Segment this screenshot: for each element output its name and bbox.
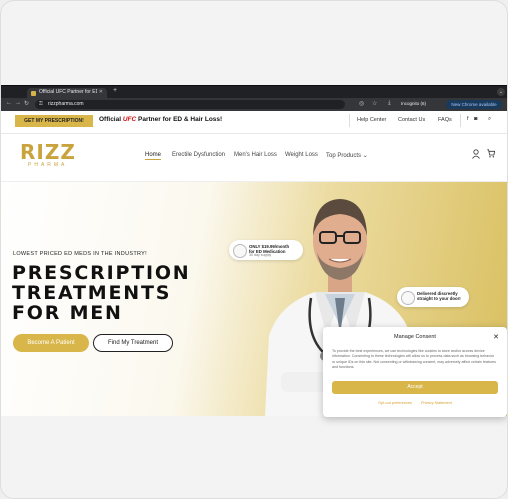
facebook-icon[interactable]: f — [467, 116, 469, 122]
search-icon[interactable]: ⌕ — [488, 116, 491, 123]
get-prescription-button[interactable]: GET MY PRESCRIPTION! — [15, 115, 93, 127]
url-field[interactable]: ⚿ rizzpharma.com — [35, 100, 345, 109]
price-badge-sub: 30 day supply — [249, 253, 272, 257]
consent-links: Opt-out preferences Privacy Statement — [323, 401, 507, 405]
become-patient-button[interactable]: Become A Patient — [13, 334, 89, 352]
lock-icon: ⚿ — [39, 101, 43, 107]
hero-eyebrow: LOWEST PRICED ED MEDS IN THE INDUSTRY! — [13, 251, 147, 257]
incognito-label[interactable]: Incognito (6) — [401, 101, 426, 106]
account-icon[interactable] — [472, 149, 480, 159]
headline-line-1: PRESCRIPTION — [12, 262, 191, 284]
tab-bar: Official UFC Partner for ED & ... ✕ + ⌄ — [1, 85, 507, 99]
privacy-statement-link[interactable]: Privacy Statement — [421, 401, 452, 405]
close-icon[interactable]: ✕ — [493, 333, 499, 341]
close-tab-icon[interactable]: ✕ — [99, 89, 103, 95]
ufc-logo-text: UFC — [122, 116, 137, 123]
logo-subtitle: PHARMA — [28, 162, 68, 168]
help-center-link[interactable]: Help Center — [357, 117, 386, 123]
contact-us-link[interactable]: Contact Us — [398, 117, 425, 123]
package-icon — [401, 291, 415, 305]
faqs-link[interactable]: FAQs — [438, 117, 452, 123]
pill-icon — [233, 244, 247, 258]
nav-mens-hair-loss[interactable]: Men's Hair Loss — [234, 152, 277, 158]
cart-icon[interactable] — [487, 149, 495, 158]
tab-title: Official UFC Partner for ED & ... — [39, 89, 97, 95]
opt-out-link[interactable]: Opt-out preferences — [378, 401, 412, 405]
ufc-tagline: Official UFC Partner for ED & Hair Loss! — [99, 116, 222, 123]
promo-bar: GET MY PRESCRIPTION! Official UFC Partne… — [1, 111, 507, 134]
nav-top-products-label: Top Products — [326, 153, 362, 159]
divider — [460, 114, 461, 127]
download-icon[interactable]: ⤓ — [388, 100, 391, 107]
accept-button[interactable]: Accept — [332, 381, 498, 394]
new-chrome-button[interactable]: New Chrome available — [446, 100, 502, 109]
eye-off-icon[interactable]: ◎ — [359, 100, 364, 107]
consent-body: To provide the best experiences, we use … — [332, 349, 496, 370]
consent-title: Manage Consent — [394, 334, 436, 340]
instagram-icon[interactable]: ◙ — [474, 116, 477, 122]
new-tab-icon[interactable]: + — [113, 87, 117, 94]
main-navigation: RIZZ PHARMA Home Erectile Dysfunction Me… — [1, 134, 507, 182]
tab-search-icon[interactable]: ⌄ — [497, 88, 505, 96]
divider — [349, 114, 350, 127]
chevron-down-icon: ⌄ — [362, 153, 368, 159]
reload-icon[interactable]: ↻ — [24, 100, 29, 107]
headline-line-2: TREATMENTS — [12, 282, 172, 304]
screenshot-card: Official UFC Partner for ED & ... ✕ + ⌄ … — [0, 0, 508, 499]
find-treatment-button[interactable]: Find My Treatment — [93, 334, 173, 352]
nav-top-products[interactable]: Top Products ⌄ — [326, 152, 368, 159]
tagline-pre: Official — [99, 116, 122, 123]
back-icon[interactable]: ← — [6, 100, 12, 106]
delivery-badge: Delivered discreetly straight to your do… — [397, 287, 469, 307]
nav-weight-loss[interactable]: Weight Loss — [285, 152, 318, 158]
favicon-icon — [31, 91, 36, 96]
logo-wordmark: RIZZ — [20, 140, 76, 164]
delivery-badge-title: Delivered discreetly straight to your do… — [417, 291, 461, 301]
address-bar-row: ← → ↻ ⚿ rizzpharma.com ◎ ☆ ⤓ Incognito (… — [1, 98, 507, 111]
nav-home[interactable]: Home — [145, 152, 162, 160]
tagline-post: Partner for ED & Hair Loss! — [138, 116, 223, 123]
forward-icon[interactable]: → — [15, 100, 21, 106]
headline-line-3: FOR MEN — [12, 302, 123, 324]
hero-headline: PRESCRIPTION TREATMENTS FOR MEN — [12, 263, 190, 323]
price-badge: ONLY $19.99/month for ED Medication 30 d… — [229, 240, 303, 260]
star-icon[interactable]: ☆ — [372, 100, 377, 107]
url-text: rizzpharma.com — [48, 101, 84, 107]
nav-erectile-dysfunction[interactable]: Erectile Dysfunction — [172, 152, 225, 158]
site-logo[interactable]: RIZZ PHARMA — [20, 140, 76, 172]
consent-dialog: Manage Consent ✕ To provide the best exp… — [323, 327, 507, 417]
